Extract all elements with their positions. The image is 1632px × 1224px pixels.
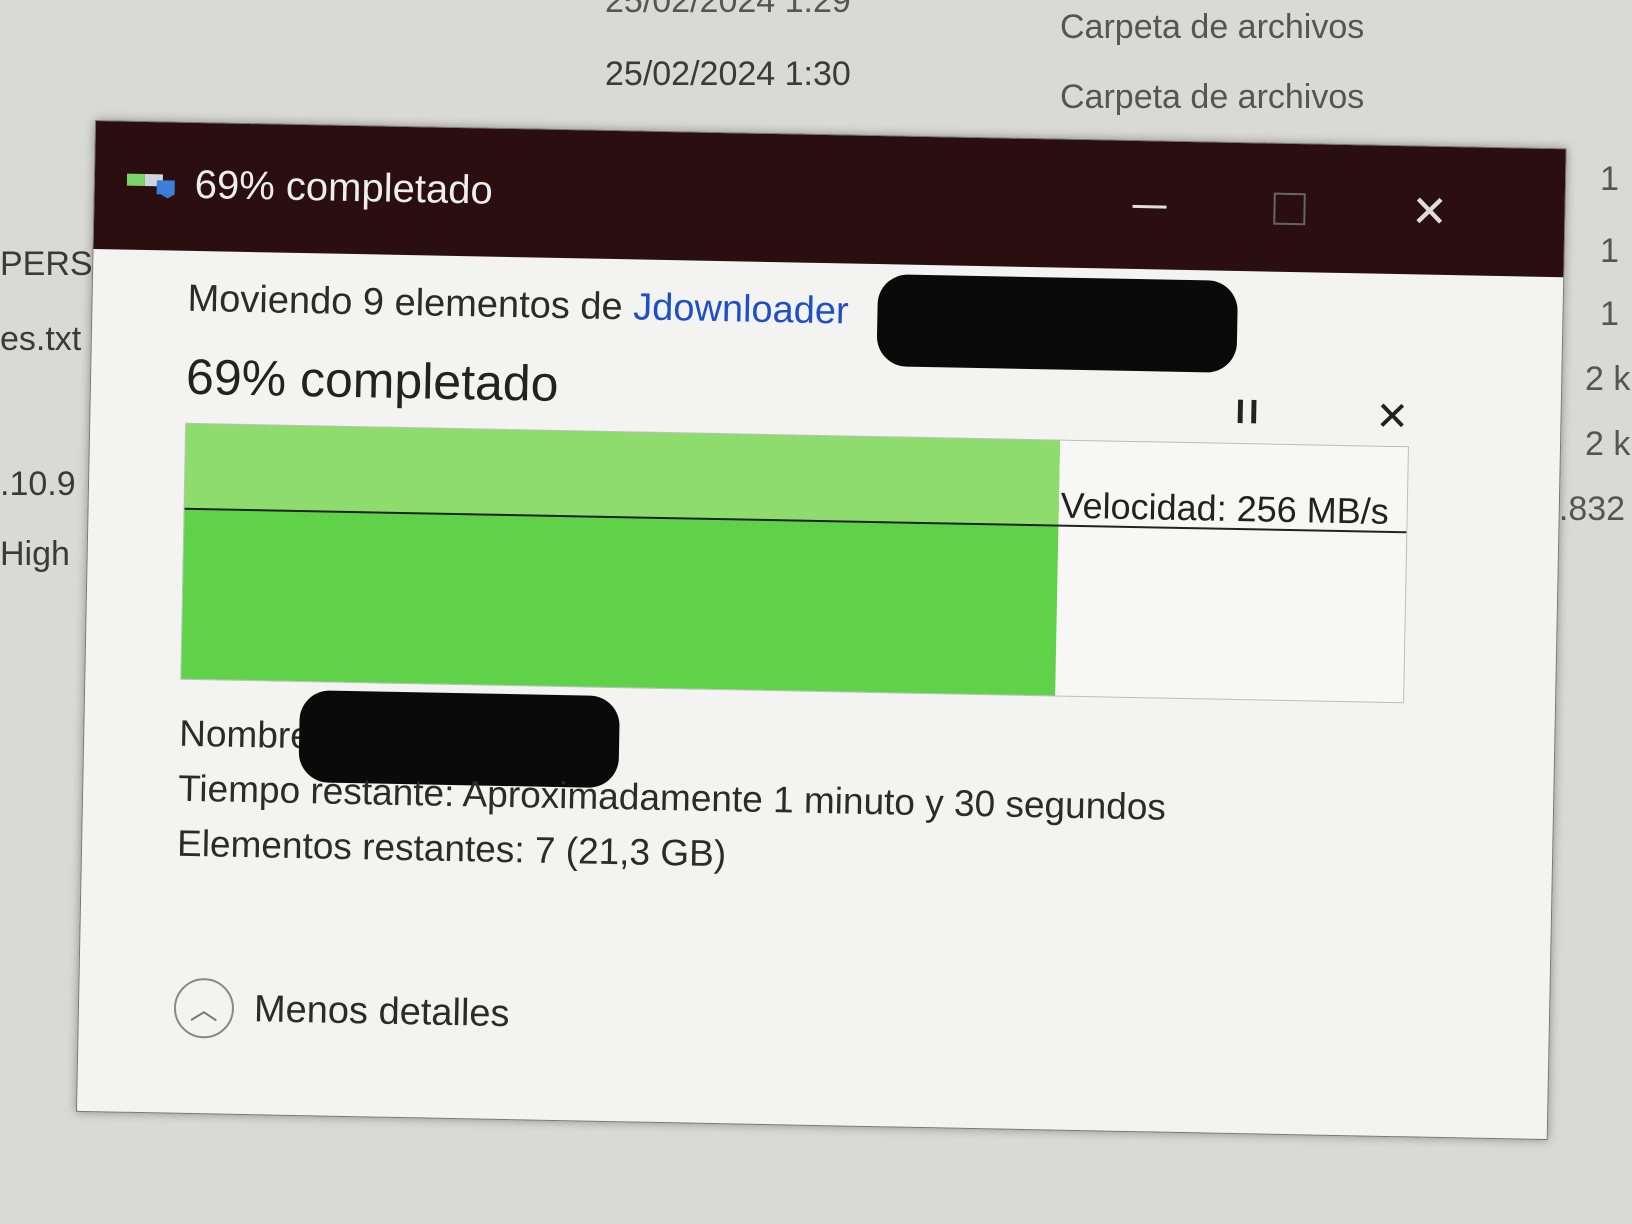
cancel-button[interactable]: ✕ <box>1375 394 1409 441</box>
speed-label: Velocidad: 256 MB/s <box>1060 484 1390 532</box>
bg-left-fragment: High <box>0 535 70 573</box>
bg-right-fragment: 1 <box>1600 160 1619 198</box>
less-details-label: Menos detalles <box>253 987 510 1035</box>
title-bar: 69% completado ✕ <box>93 121 1566 278</box>
pause-button[interactable]: II <box>1235 393 1263 433</box>
close-button[interactable]: ✕ <box>1384 176 1475 248</box>
maximize-button[interactable] <box>1244 173 1335 245</box>
moving-text: Moviendo 9 elementos de <box>187 277 634 329</box>
minimize-button[interactable] <box>1104 170 1195 242</box>
bg-date-1: 25/02/2024 1:29 <box>605 0 851 20</box>
window-title: 69% completado <box>194 162 494 213</box>
bg-right-fragment: 2 k <box>1585 425 1631 463</box>
bg-left-fragment: PERS <box>0 245 93 283</box>
bg-left-fragment: es.txt <box>0 320 82 358</box>
items-remaining: Elementos restantes: 7 (21,3 GB) <box>176 822 727 875</box>
file-transfer-icon <box>126 173 175 199</box>
chevron-up-icon: ︿ <box>173 977 235 1039</box>
minimize-icon <box>1132 204 1167 209</box>
transfer-speed-graph: Velocidad: 256 MB/s <box>180 422 1409 704</box>
bg-type-1: Carpeta de archivos <box>1060 8 1365 46</box>
bg-right-fragment: 2 k <box>1585 360 1631 398</box>
bg-left-fragment: .10.9 <box>0 465 76 503</box>
file-name-label: Nombre <box>178 712 312 757</box>
progress-heading: 69% completado <box>185 348 560 412</box>
bg-date-2: 25/02/2024 1:30 <box>605 55 851 93</box>
moving-description: Moviendo 9 elementos de Jdownloader <box>187 278 849 334</box>
time-remaining: Tiempo restante: Aproximadamente 1 minut… <box>177 767 1167 828</box>
close-icon: ✕ <box>1410 186 1449 237</box>
bg-right-fragment: 1 <box>1600 295 1619 333</box>
redaction-block <box>876 274 1239 373</box>
bg-type-2: Carpeta de archivos <box>1060 78 1365 116</box>
bg-right-fragment: 1 <box>1600 232 1619 270</box>
source-folder-link[interactable]: Jdownloader <box>633 286 849 332</box>
copy-progress-dialog: 69% completado ✕ Moviendo 9 elementos de… <box>75 120 1567 1141</box>
less-details-button[interactable]: ︿ Menos detalles <box>173 977 510 1044</box>
maximize-icon <box>1273 192 1306 226</box>
